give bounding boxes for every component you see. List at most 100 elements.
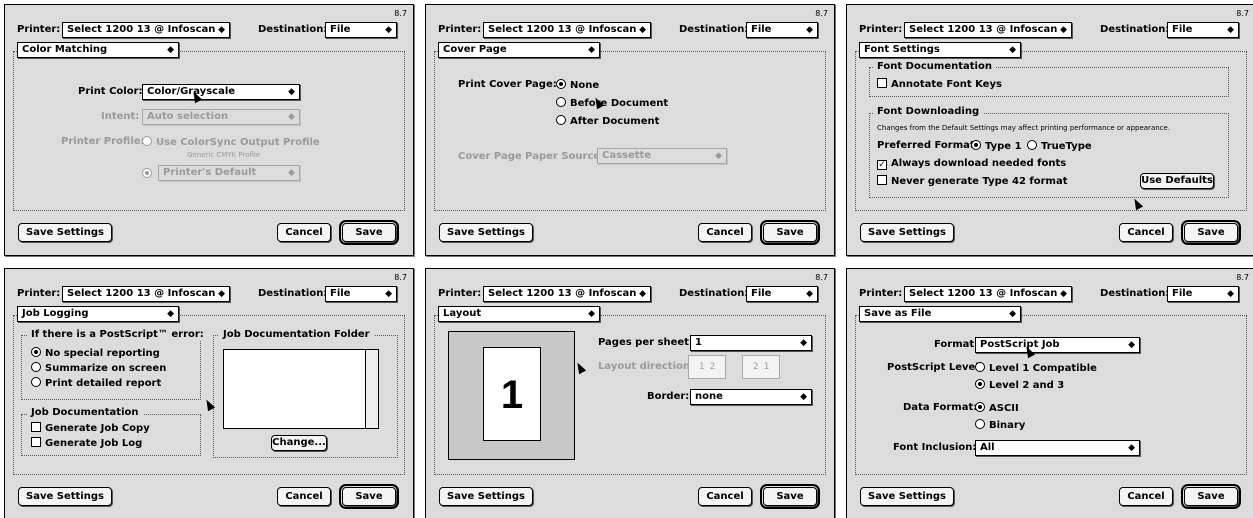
radio-icon [1027, 140, 1037, 150]
popup-arrows-icon: ◆ [1227, 289, 1234, 299]
cancel-button[interactable]: Cancel [1119, 487, 1173, 506]
font-inclusion-popup[interactable]: All ◆ [975, 440, 1140, 456]
popup-arrows-icon: ◆ [1227, 25, 1234, 35]
no-special-reporting-radio[interactable]: No special reporting [31, 347, 160, 359]
job-documentation-title: Job Documentation [27, 407, 143, 418]
destination-label: Destination: [679, 24, 749, 35]
print-color-popup[interactable]: Color/Grayscale ◆ [142, 84, 300, 100]
border-label: Border: [647, 391, 690, 402]
cancel-button[interactable]: Cancel [277, 487, 331, 506]
destination-label: Destination: [1100, 288, 1170, 299]
cancel-button[interactable]: Cancel [698, 487, 752, 506]
pages-per-sheet-popup[interactable]: 1 ◆ [690, 335, 812, 351]
job-copy-checkbox[interactable]: Generate Job Copy [31, 422, 150, 434]
colorsync-radio[interactable]: Use ColorSync Output Profile [142, 136, 320, 148]
destination-popup[interactable]: File ◆ [1167, 286, 1239, 302]
destination-popup[interactable]: File ◆ [1167, 22, 1239, 38]
pane-menu-popup[interactable]: Save as File ◆ [859, 306, 1021, 322]
save-button[interactable]: Save [1181, 484, 1241, 509]
save-settings-button[interactable]: Save Settings [18, 487, 112, 506]
level2-radio[interactable]: Level 2 and 3 [975, 379, 1064, 391]
never-type42-checkbox[interactable]: Never generate Type 42 format [877, 175, 1068, 187]
ascii-label: ASCII [989, 403, 1019, 414]
pane-frame [13, 51, 405, 211]
printer-popup[interactable]: Select 1200 13 @ Infoscan ◆ [62, 286, 230, 302]
always-download-checkbox[interactable]: ✓ Always download needed fonts [877, 158, 1066, 170]
printer-popup[interactable]: Select 1200 13 @ Infoscan ◆ [62, 22, 230, 38]
font-inclusion-value: All [980, 442, 995, 453]
printer-label: Printer: [17, 288, 61, 299]
save-button[interactable]: Save [760, 220, 820, 245]
font-inclusion-label: Font Inclusion: [893, 442, 977, 453]
popup-arrows-icon: ◆ [588, 309, 595, 319]
pane-menu-popup[interactable]: Layout ◆ [438, 306, 600, 322]
printer-popup[interactable]: Select 1200 13 @ Infoscan ◆ [904, 22, 1072, 38]
annotate-font-keys-checkbox[interactable]: Annotate Font Keys [877, 78, 1002, 90]
job-log-checkbox[interactable]: Generate Job Log [31, 437, 142, 449]
save-button[interactable]: Save [339, 484, 399, 509]
job-folder-scrollbar[interactable] [365, 350, 378, 428]
printer-popup[interactable]: Select 1200 13 @ Infoscan ◆ [483, 22, 651, 38]
level2-label: Level 2 and 3 [989, 380, 1065, 391]
direction-right-to-left-button[interactable]: 2 1 [742, 355, 780, 379]
pane-menu-value: Save as File [864, 308, 932, 319]
summarize-radio[interactable]: Summarize on screen [31, 362, 166, 374]
no-special-reporting-label: No special reporting [45, 348, 160, 359]
ascii-radio[interactable]: ASCII [975, 402, 1019, 414]
cover-none-radio[interactable]: None [556, 79, 599, 91]
popup-arrows-icon: ◆ [800, 338, 807, 348]
cover-source-popup[interactable]: Cassette ◆ [597, 148, 727, 164]
detailed-report-radio[interactable]: Print detailed report [31, 377, 161, 389]
save-settings-button[interactable]: Save Settings [439, 223, 533, 242]
cover-source-label: Cover Page Paper Source: [458, 151, 605, 162]
dialog-color-matching: 8.7 Printer: Select 1200 13 @ Infoscan ◆ … [4, 4, 414, 256]
radio-icon [971, 140, 981, 150]
change-folder-button[interactable]: Change... [271, 435, 327, 451]
destination-popup[interactable]: File ◆ [746, 22, 818, 38]
printer-value: Select 1200 13 @ Infoscan [67, 288, 216, 299]
truetype-radio[interactable]: TrueType [1027, 140, 1092, 152]
cover-after-radio[interactable]: After Document [556, 115, 659, 127]
destination-popup[interactable]: File ◆ [746, 286, 818, 302]
pane-menu-popup[interactable]: Job Logging ◆ [17, 306, 179, 322]
level1-radio[interactable]: Level 1 Compatible [975, 362, 1097, 374]
cancel-button[interactable]: Cancel [698, 223, 752, 242]
cancel-button[interactable]: Cancel [1119, 223, 1173, 242]
layout-direction-label: Layout direction: [598, 361, 695, 372]
dialog-cover-page: 8.7 Printer: Select 1200 13 @ Infoscan ◆ … [425, 4, 835, 256]
printer-label: Printer: [438, 288, 482, 299]
cover-before-radio[interactable]: Before Document [556, 97, 668, 109]
save-settings-button[interactable]: Save Settings [860, 487, 954, 506]
save-button[interactable]: Save [760, 484, 820, 509]
pages-per-sheet-value: 1 [695, 337, 702, 348]
colorsync-label: Use ColorSync Output Profile [156, 137, 320, 148]
pane-menu-popup[interactable]: Font Settings ◆ [859, 42, 1021, 58]
format-popup[interactable]: PostScript Job ◆ [975, 337, 1140, 353]
destination-popup[interactable]: File ◆ [325, 286, 397, 302]
printer-value: Select 1200 13 @ Infoscan [488, 24, 637, 35]
cancel-button[interactable]: Cancel [277, 223, 331, 242]
direction-left-to-right-button[interactable]: 1 2 [688, 355, 726, 379]
printers-default-popup[interactable]: Printer's Default ◆ [158, 165, 300, 181]
pane-menu-popup[interactable]: Cover Page ◆ [438, 42, 600, 58]
generic-profile-label: Generic CMYK Profile [187, 151, 261, 159]
font-documentation-title: Font Documentation [873, 61, 996, 72]
pane-menu-popup[interactable]: Color Matching ◆ [17, 42, 179, 58]
use-defaults-button[interactable]: Use Defaults [1140, 173, 1214, 189]
pane-menu-value: Job Logging [22, 308, 89, 319]
save-settings-button[interactable]: Save Settings [439, 487, 533, 506]
save-button[interactable]: Save [339, 220, 399, 245]
type1-radio[interactable]: Type 1 [971, 140, 1022, 152]
binary-radio[interactable]: Binary [975, 419, 1025, 431]
save-settings-button[interactable]: Save Settings [18, 223, 112, 242]
border-popup[interactable]: none ◆ [690, 389, 812, 405]
save-button[interactable]: Save [1181, 220, 1241, 245]
save-settings-button[interactable]: Save Settings [860, 223, 954, 242]
printers-default-radio[interactable] [142, 168, 156, 180]
version-label: 8.7 [1236, 273, 1249, 282]
destination-popup[interactable]: File ◆ [325, 22, 397, 38]
intent-popup[interactable]: Auto selection ◆ [142, 109, 300, 125]
job-folder-list[interactable] [223, 349, 379, 429]
printer-popup[interactable]: Select 1200 13 @ Infoscan ◆ [483, 286, 651, 302]
printer-popup[interactable]: Select 1200 13 @ Infoscan ◆ [904, 286, 1072, 302]
